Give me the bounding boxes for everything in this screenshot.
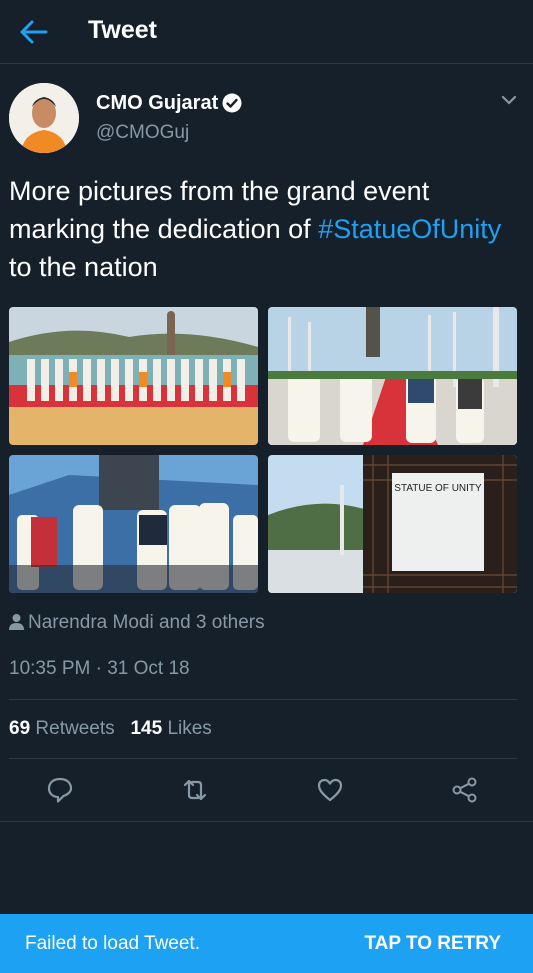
retweets-label: Retweets bbox=[35, 718, 115, 739]
share-icon[interactable] bbox=[451, 776, 479, 804]
page-title: Tweet bbox=[88, 16, 157, 44]
error-snackbar: Failed to load Tweet. TAP TO RETRY bbox=[0, 914, 533, 973]
author-name[interactable]: CMO Gujarat bbox=[96, 92, 218, 115]
likes-stat[interactable]: 145 Likes bbox=[130, 718, 211, 739]
retweet-icon[interactable] bbox=[181, 776, 209, 804]
divider bbox=[0, 821, 533, 822]
hashtag-link[interactable]: #StatueOfUnity bbox=[318, 214, 501, 244]
retweets-stat[interactable]: 69 Retweets bbox=[9, 718, 115, 739]
tagged-users[interactable]: Narendra Modi and 3 others bbox=[9, 612, 265, 634]
photo-4[interactable]: STATUE OF UNITY bbox=[268, 455, 517, 593]
sign-text: STATUE OF UNITY bbox=[394, 483, 482, 494]
tagged-users-label: Narendra Modi and 3 others bbox=[28, 612, 265, 633]
likes-label: Likes bbox=[167, 718, 212, 739]
verified-badge-icon bbox=[222, 93, 242, 113]
arrow-left-icon[interactable] bbox=[18, 18, 48, 46]
divider bbox=[9, 699, 517, 700]
chevron-down-icon[interactable] bbox=[500, 93, 518, 107]
user-icon bbox=[9, 614, 24, 630]
retry-button[interactable]: TAP TO RETRY bbox=[364, 933, 501, 955]
photo-3[interactable] bbox=[9, 455, 258, 593]
tweet-text: More pictures from the grand event marki… bbox=[9, 172, 509, 286]
avatar[interactable] bbox=[9, 83, 79, 153]
top-bar: Tweet bbox=[0, 0, 533, 64]
like-icon[interactable] bbox=[316, 776, 344, 804]
photo-1[interactable] bbox=[9, 307, 258, 445]
engagement-stats: 69 Retweets 145 Likes bbox=[9, 718, 212, 740]
reply-icon[interactable] bbox=[46, 776, 74, 804]
tweet-text-end: to the nation bbox=[9, 252, 158, 282]
divider bbox=[9, 758, 517, 759]
snackbar-message: Failed to load Tweet. bbox=[25, 933, 200, 954]
retweets-count: 69 bbox=[9, 718, 31, 739]
likes-count: 145 bbox=[130, 718, 163, 739]
photo-2[interactable] bbox=[268, 307, 517, 445]
tweet-timestamp: 10:35 PM · 31 Oct 18 bbox=[9, 658, 190, 679]
author-handle[interactable]: @CMOGuj bbox=[96, 122, 189, 144]
